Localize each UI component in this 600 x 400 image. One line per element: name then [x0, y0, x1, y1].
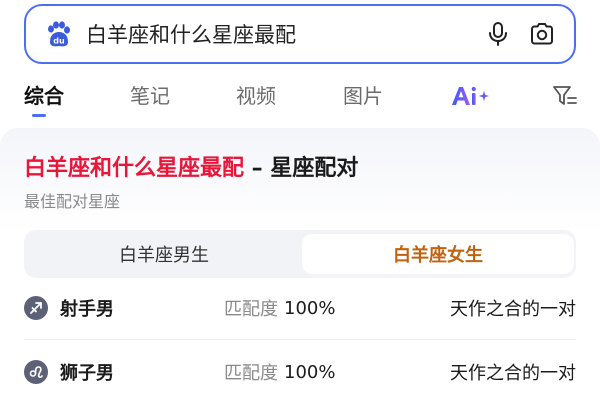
row-divider: [24, 339, 576, 340]
sign-name: 射手男: [60, 299, 114, 320]
match-description: 天作之合的一对: [450, 363, 576, 384]
match-row[interactable]: 狮子男 匹配度 100% 天作之合的一对: [24, 348, 576, 396]
svg-text:du: du: [53, 37, 65, 46]
ai-icon: [452, 86, 489, 105]
segment-female[interactable]: 白羊座女生: [302, 234, 574, 274]
gender-segment-control: 白羊座男生 白羊座女生: [24, 230, 576, 278]
image-search-button[interactable]: [524, 16, 560, 52]
result-subtitle: 最佳配对星座: [24, 192, 121, 211]
tab-videos[interactable]: 视频: [236, 80, 276, 109]
search-tabs: 综合 笔记 视频 图片: [0, 72, 600, 122]
result-card: 白羊座和什么星座最配 – 星座配对 最佳配对星座 白羊座男生 白羊座女生 射手男…: [0, 128, 600, 400]
segment-male[interactable]: 白羊座男生: [28, 234, 300, 274]
tab-ai[interactable]: [450, 84, 492, 108]
result-title[interactable]: 白羊座和什么星座最配 – 星座配对: [24, 150, 358, 182]
match-row[interactable]: 射手男 匹配度 100% 天作之合的一对: [24, 284, 576, 332]
active-tab-indicator: [32, 114, 46, 117]
sagittarius-icon: [24, 296, 48, 320]
match-value: 100%: [284, 297, 336, 319]
search-input[interactable]: [86, 14, 472, 54]
result-title-rest: – 星座配对: [244, 156, 359, 181]
filter-button[interactable]: [552, 84, 578, 108]
search-bar[interactable]: du: [24, 4, 576, 64]
camera-icon: [531, 23, 553, 45]
sign-name: 狮子男: [60, 363, 114, 384]
leo-icon: [24, 360, 48, 384]
baidu-paw-icon: du: [44, 20, 72, 48]
microphone-icon: [489, 22, 507, 46]
filter-icon: [553, 86, 577, 105]
tab-all[interactable]: 综合: [24, 80, 64, 109]
match-label: 匹配度: [224, 299, 278, 320]
result-title-highlight: 白羊座和什么星座最配: [24, 156, 245, 181]
match-label: 匹配度: [224, 363, 278, 384]
match-description: 天作之合的一对: [450, 299, 576, 320]
tab-images[interactable]: 图片: [343, 80, 383, 109]
match-value: 100%: [284, 361, 336, 383]
tab-notes[interactable]: 笔记: [130, 80, 170, 109]
voice-search-button[interactable]: [480, 16, 516, 52]
